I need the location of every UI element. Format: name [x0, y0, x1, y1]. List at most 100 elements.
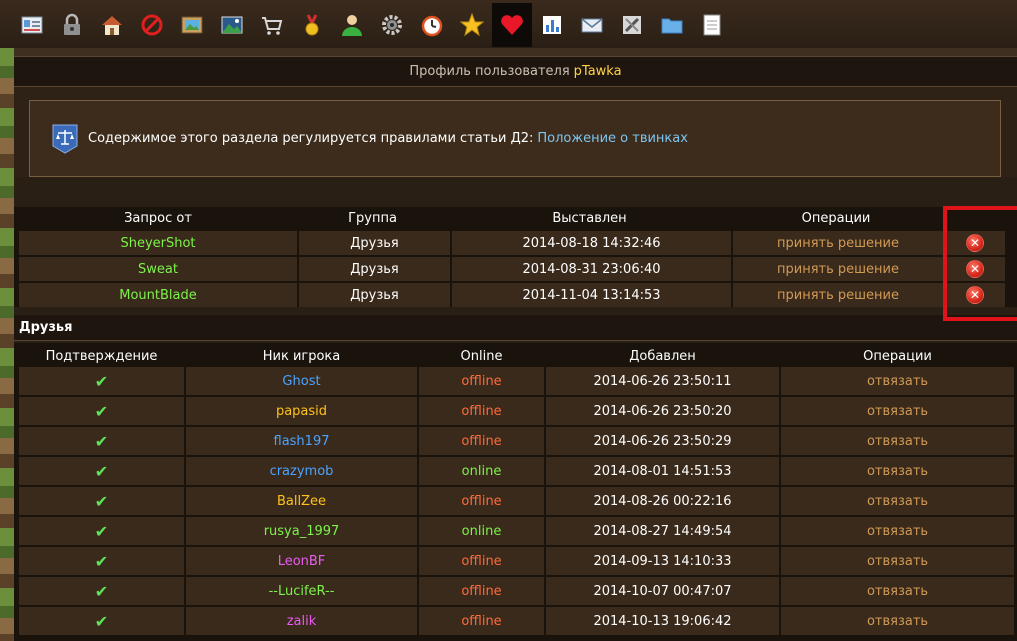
- heart-icon[interactable]: [492, 3, 532, 47]
- friend-nick[interactable]: zalik: [186, 607, 417, 635]
- friend-nick[interactable]: BallZee: [186, 487, 417, 515]
- friends-table: Подтверждение Ник игрока Online Добавлен…: [14, 343, 1017, 641]
- decide-link[interactable]: принять решение: [733, 231, 943, 255]
- requests-header: Запрос от Группа Выставлен Операции: [14, 207, 1017, 229]
- table-row: Sweat Друзья 2014-08-31 23:06:40 принять…: [14, 255, 1017, 281]
- notepad-icon[interactable]: [692, 3, 732, 47]
- request-from[interactable]: MountBlade: [19, 283, 297, 307]
- request-from[interactable]: SheyerShot: [19, 231, 297, 255]
- mail-icon[interactable]: [572, 3, 612, 47]
- game-backdrop: [0, 48, 14, 641]
- request-from[interactable]: Sweat: [19, 257, 297, 281]
- profile-title: Профиль пользователя: [409, 64, 570, 79]
- cart-icon[interactable]: [252, 3, 292, 47]
- request-group: Друзья: [299, 283, 450, 307]
- friend-status: online: [419, 517, 544, 545]
- profile-username[interactable]: pTawka: [574, 64, 622, 79]
- folder-icon[interactable]: [652, 3, 692, 47]
- unlink-link[interactable]: отвязать: [781, 607, 1014, 635]
- gear-icon[interactable]: [372, 3, 412, 47]
- rules-notice: Содержимое этого раздела регулируется пр…: [29, 100, 1001, 177]
- friend-nick[interactable]: rusya_1997: [186, 517, 417, 545]
- main-panel: Профиль пользователя pTawka Содержимое э…: [14, 56, 1017, 641]
- check-icon: ✔: [94, 611, 109, 631]
- request-date: 2014-08-18 14:32:46: [452, 231, 731, 255]
- decide-link[interactable]: принять решение: [733, 283, 943, 307]
- check-icon: ✔: [94, 491, 109, 511]
- landscape-icon[interactable]: [212, 3, 252, 47]
- scales-icon: [52, 124, 78, 154]
- delete-icon[interactable]: ✕: [966, 234, 984, 252]
- unlink-link[interactable]: отвязать: [781, 577, 1014, 605]
- alarm-clock-icon[interactable]: [412, 3, 452, 47]
- check-icon: ✔: [94, 371, 109, 391]
- decide-link[interactable]: принять решение: [733, 257, 943, 281]
- rules-link[interactable]: Положение о твинках: [537, 131, 688, 146]
- table-row: MountBlade Друзья 2014-11-04 13:14:53 пр…: [14, 281, 1017, 307]
- unlink-link[interactable]: отвязать: [781, 397, 1014, 425]
- delete-icon[interactable]: ✕: [966, 260, 984, 278]
- unlink-link[interactable]: отвязать: [781, 367, 1014, 395]
- request-group: Друзья: [299, 257, 450, 281]
- check-icon: ✔: [94, 521, 109, 541]
- table-row: ✔ Ghost offline 2014-06-26 23:50:11 отвязать: [14, 365, 1017, 395]
- friend-nick[interactable]: Ghost: [186, 367, 417, 395]
- table-row: ✔ LeonBF offline 2014-09-13 14:10:33 отвязат…: [14, 545, 1017, 575]
- header-request-from: Запрос от: [124, 210, 192, 226]
- friend-added-date: 2014-10-13 19:06:42: [546, 607, 779, 635]
- friend-nick[interactable]: flash197: [186, 427, 417, 455]
- check-icon: ✔: [94, 461, 109, 481]
- friend-status: offline: [419, 547, 544, 575]
- friend-added-date: 2014-08-26 00:22:16: [546, 487, 779, 515]
- header-confirmation: Подтверждение: [45, 348, 158, 364]
- check-icon: ✔: [94, 401, 109, 421]
- check-icon: ✔: [94, 431, 109, 451]
- chart-icon[interactable]: [532, 3, 572, 47]
- header-posted: Выставлен: [552, 210, 627, 226]
- unlink-link[interactable]: отвязать: [781, 487, 1014, 515]
- check-icon: ✔: [94, 551, 109, 571]
- friend-status: offline: [419, 577, 544, 605]
- request-group: Друзья: [299, 231, 450, 255]
- user-icon[interactable]: [332, 3, 372, 47]
- friend-added-date: 2014-08-27 14:49:54: [546, 517, 779, 545]
- table-row: ✔ rusya_1997 online 2014-08-27 14:49:54 отвя…: [14, 515, 1017, 545]
- friend-nick[interactable]: --LucifeR--: [186, 577, 417, 605]
- rules-text: Содержимое этого раздела регулируется пр…: [88, 131, 534, 146]
- friends-rows: ✔ Ghost offline 2014-06-26 23:50:11 отвязать…: [14, 365, 1017, 635]
- friend-nick[interactable]: LeonBF: [186, 547, 417, 575]
- table-row: ✔ papasid offline 2014-06-26 23:50:20 отвяза…: [14, 395, 1017, 425]
- check-icon: ✔: [94, 581, 109, 601]
- table-row: ✔ --LucifeR-- offline 2014-10-07 00:47:07 от…: [14, 575, 1017, 605]
- header-friend-operations: Операции: [863, 348, 932, 364]
- friends-section-title: Друзья: [14, 315, 1017, 341]
- unlink-link[interactable]: отвязать: [781, 547, 1014, 575]
- friend-added-date: 2014-09-13 14:10:33: [546, 547, 779, 575]
- toolbar: [12, 3, 732, 47]
- picture-icon[interactable]: [172, 3, 212, 47]
- table-row: ✔ zalik offline 2014-10-13 19:06:42 отвязать: [14, 605, 1017, 635]
- lock-icon[interactable]: [52, 3, 92, 47]
- unlink-link[interactable]: отвязать: [781, 457, 1014, 485]
- table-row: ✔ BallZee offline 2014-08-26 00:22:16 отвяза…: [14, 485, 1017, 515]
- friend-added-date: 2014-10-07 00:47:07: [546, 577, 779, 605]
- friend-nick[interactable]: crazymob: [186, 457, 417, 485]
- unlink-link[interactable]: отвязать: [781, 517, 1014, 545]
- id-card-icon[interactable]: [12, 3, 52, 47]
- medal-icon[interactable]: [292, 3, 332, 47]
- home-icon[interactable]: [92, 3, 132, 47]
- friend-nick[interactable]: papasid: [186, 397, 417, 425]
- friend-status: offline: [419, 607, 544, 635]
- request-date: 2014-11-04 13:14:53: [452, 283, 731, 307]
- header-nickname: Ник игрока: [262, 348, 341, 364]
- header-group: Группа: [348, 210, 397, 226]
- star-icon[interactable]: [452, 3, 492, 47]
- requests-table: Запрос от Группа Выставлен Операции Shey…: [14, 207, 1017, 307]
- forbidden-icon[interactable]: [132, 3, 172, 47]
- tools-icon[interactable]: [612, 3, 652, 47]
- table-row: ✔ crazymob online 2014-08-01 14:51:53 отвяза…: [14, 455, 1017, 485]
- friend-status: offline: [419, 487, 544, 515]
- unlink-link[interactable]: отвязать: [781, 427, 1014, 455]
- table-row: SheyerShot Друзья 2014-08-18 14:32:46 пр…: [14, 229, 1017, 255]
- delete-icon[interactable]: ✕: [966, 286, 984, 304]
